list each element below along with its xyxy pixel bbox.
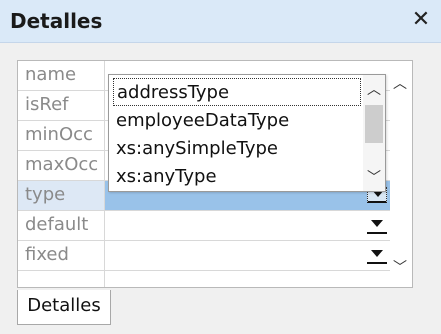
property-name-maxocc[interactable]: maxOcc <box>18 151 104 181</box>
tab-detalles[interactable]: Detalles <box>17 290 111 325</box>
close-icon[interactable]: ✕ <box>407 6 435 34</box>
chevron-up-icon[interactable]: ︿ <box>393 73 407 93</box>
property-name-fixed[interactable]: fixed <box>18 241 104 271</box>
property-name-type[interactable]: type <box>18 181 104 211</box>
property-name-name[interactable]: name <box>18 61 104 91</box>
chevron-up-icon[interactable]: ︿ <box>367 79 381 99</box>
scrollbar-thumb[interactable] <box>365 105 383 143</box>
chevron-down-icon[interactable]: ﹀ <box>367 167 381 187</box>
property-name-default[interactable]: default <box>18 211 104 241</box>
type-dropdown-list: addressType employeeDataType xs:anySimpl… <box>108 74 386 192</box>
property-value-default[interactable] <box>105 211 391 241</box>
dropdown-arrow-icon[interactable] <box>367 218 387 234</box>
dropdown-option[interactable]: addressType <box>113 78 361 106</box>
dropdown-option[interactable]: xs:anySimpleType <box>113 135 361 163</box>
dropdown-scrollbar[interactable]: ︿ ﹀ <box>363 75 385 191</box>
dropdown-option[interactable]: employeeDataType <box>113 107 361 135</box>
dropdown-option[interactable]: xs:anyType <box>113 163 361 191</box>
grid-scrollbar[interactable]: ︿ ﹀ <box>390 61 412 287</box>
details-window: Detalles ✕ name isRef minOcc maxOcc type… <box>0 0 441 334</box>
property-name-minocc[interactable]: minOcc <box>18 121 104 151</box>
property-name-isref[interactable]: isRef <box>18 91 104 121</box>
window-title: Detalles <box>10 9 103 33</box>
chevron-down-icon[interactable]: ﹀ <box>393 257 407 277</box>
property-value-fixed[interactable] <box>105 241 391 271</box>
dropdown-arrow-icon[interactable] <box>367 248 387 264</box>
title-bar: Detalles ✕ <box>0 0 441 43</box>
